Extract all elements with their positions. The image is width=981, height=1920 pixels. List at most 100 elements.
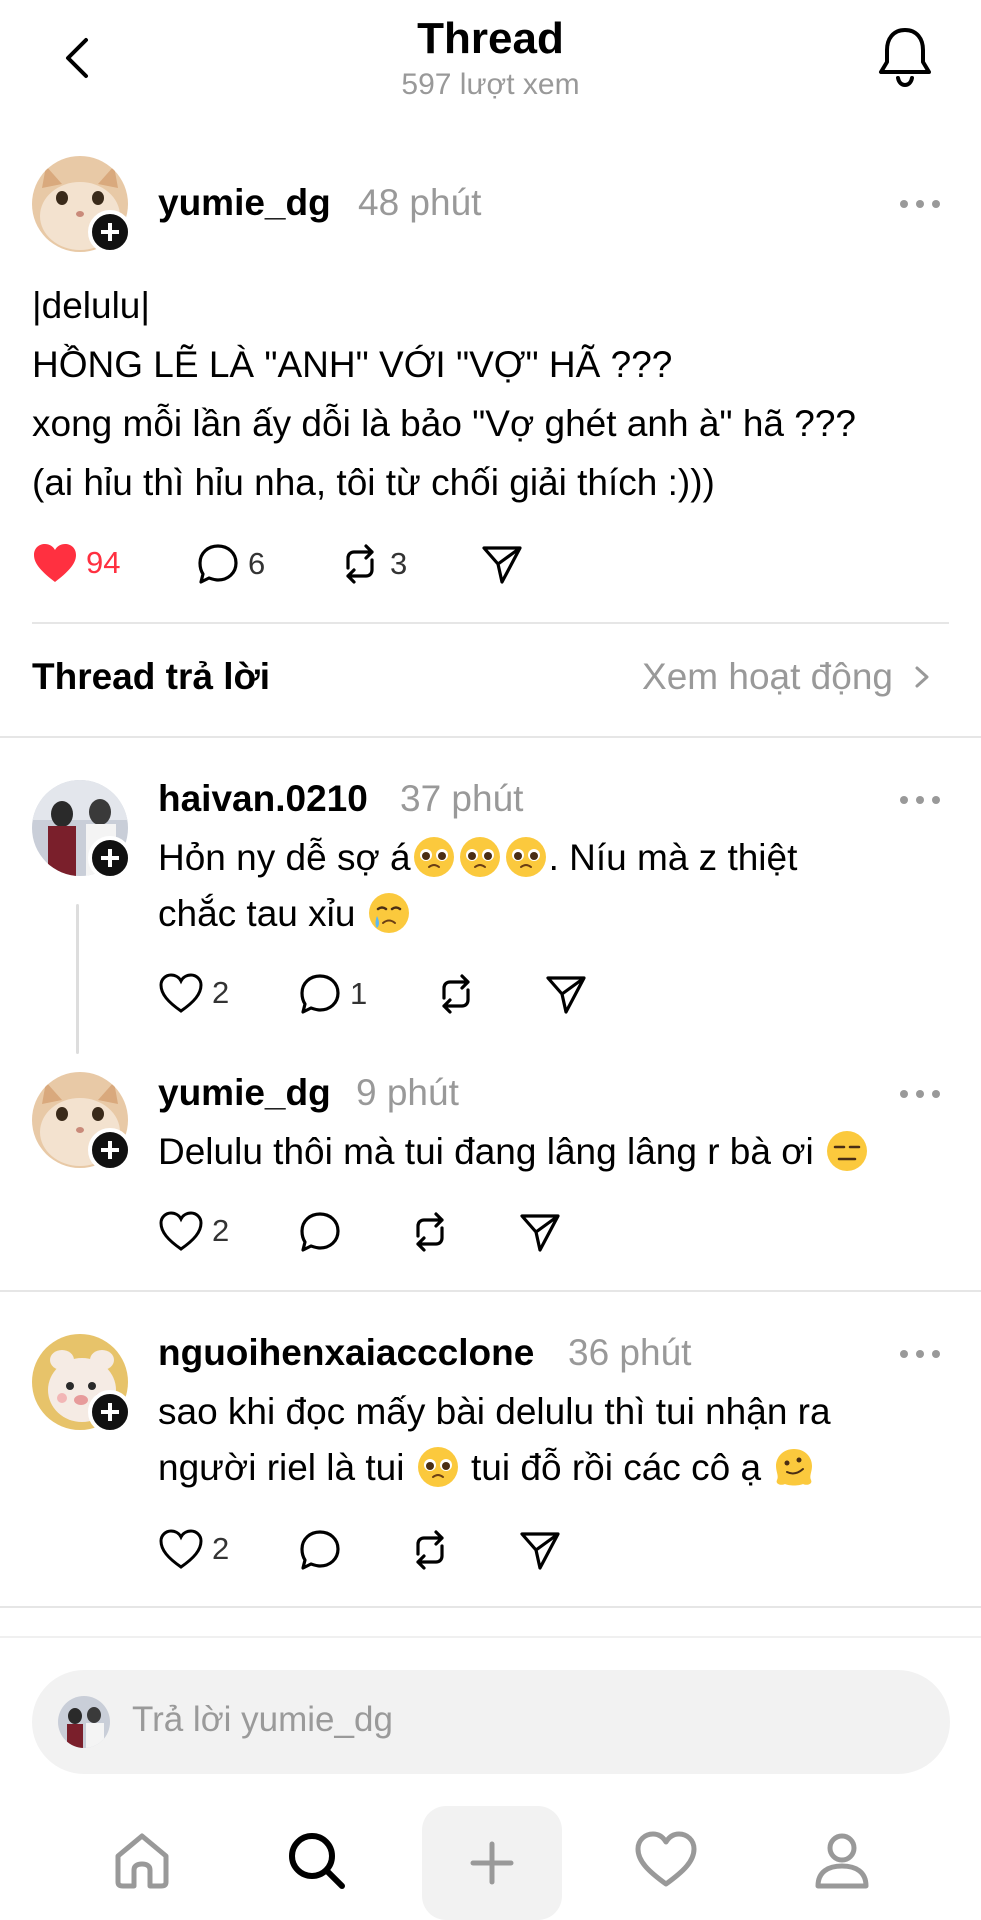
tab-activity[interactable]: [596, 1800, 736, 1920]
activity-icon: [635, 1831, 697, 1887]
pleading-face-emoji: [413, 836, 455, 878]
post-username[interactable]: yumie_dg: [158, 182, 331, 224]
divider: [0, 736, 981, 738]
reply-time: 37 phút: [400, 778, 524, 819]
pleading-face-emoji: [417, 1446, 459, 1488]
tab-profile[interactable]: [772, 1800, 912, 1920]
reply-body: Hỏn ny dễ sợ á . Níu mà z thiệt chắc tau …: [158, 830, 958, 942]
repost-button[interactable]: [408, 1210, 452, 1254]
share-button[interactable]: [480, 542, 524, 586]
share-icon: [520, 1214, 560, 1252]
comment-icon: [198, 544, 238, 584]
reply-line: Delulu thôi mà tui đang lâng lâng r bà ơ…: [158, 1131, 814, 1172]
more-icon[interactable]: [900, 794, 940, 806]
like-button[interactable]: 2: [158, 1528, 229, 1570]
share-icon: [482, 546, 522, 584]
comment-button[interactable]: 6: [196, 542, 265, 586]
post-line: (ai hỉu thì hỉu nha, tôi từ chối giải th…: [32, 462, 715, 503]
page-title: Thread: [417, 14, 564, 63]
repost-count: 3: [390, 546, 408, 581]
pleading-face-emoji: [459, 836, 501, 878]
share-button[interactable]: [518, 1210, 562, 1254]
more-icon[interactable]: [900, 198, 940, 210]
comment-icon: [300, 974, 340, 1014]
tab-bar: [0, 1800, 981, 1920]
search-icon: [289, 1833, 345, 1889]
reply-time: 36 phút: [568, 1332, 692, 1373]
heart-icon: [159, 1211, 203, 1251]
reply-line: sao khi đọc mấy bài delulu thì tui nhận …: [158, 1391, 831, 1432]
like-count: 2: [212, 1213, 230, 1248]
melting-face-emoji: [773, 1446, 815, 1488]
pleading-face-emoji: [505, 836, 547, 878]
view-count: 597 lượt xem: [401, 68, 580, 101]
chevron-right-icon: [915, 666, 929, 688]
follow-badge[interactable]: [88, 836, 132, 880]
repost-button[interactable]: [408, 1528, 452, 1572]
post-time: 48 phút: [358, 182, 482, 223]
share-button[interactable]: [518, 1528, 562, 1572]
crying-face-emoji: [368, 892, 410, 934]
reply-placeholder: Trả lời yumie_dg: [132, 1700, 393, 1739]
comment-button[interactable]: [298, 1210, 342, 1254]
repost-icon: [442, 974, 470, 1014]
reply-username[interactable]: yumie_dg: [158, 1072, 331, 1114]
reply-line: người riel là tui: [158, 1447, 405, 1488]
reply-body: sao khi đọc mấy bài delulu thì tui nhận …: [158, 1384, 958, 1496]
heart-icon: [159, 973, 203, 1013]
bell-icon[interactable]: [873, 22, 937, 90]
more-icon[interactable]: [900, 1088, 940, 1100]
share-button[interactable]: [544, 972, 588, 1016]
thread-line: [76, 904, 79, 1054]
repost-icon: [346, 544, 374, 584]
repost-icon: [416, 1212, 444, 1252]
expressionless-face-emoji: [826, 1130, 868, 1172]
tab-search[interactable]: [246, 1800, 386, 1920]
follow-badge[interactable]: [88, 1128, 132, 1172]
like-count: 2: [212, 975, 230, 1010]
divider: [0, 1606, 981, 1608]
reply-line: Hỏn ny dễ sợ á: [158, 837, 411, 878]
avatar: [58, 1696, 110, 1748]
follow-badge[interactable]: [88, 210, 132, 254]
reply-username[interactable]: haivan.0210: [158, 778, 368, 820]
comment-button[interactable]: [298, 1528, 342, 1572]
comment-count: 1: [350, 976, 368, 1011]
tab-home[interactable]: [72, 1800, 212, 1920]
reply-username[interactable]: nguoihenxaiaccclone: [158, 1332, 534, 1374]
follow-badge[interactable]: [88, 1390, 132, 1434]
share-icon: [546, 976, 586, 1014]
comment-button[interactable]: 1: [298, 972, 367, 1016]
like-button[interactable]: 2: [158, 1210, 229, 1252]
reply-line: tui đỗ rồi các cô ạ: [471, 1447, 762, 1488]
replies-heading: Thread trả lời: [32, 656, 271, 697]
like-button[interactable]: 94: [32, 542, 120, 584]
more-icon[interactable]: [900, 1348, 940, 1360]
reply-body: Delulu thôi mà tui đang lâng lâng r bà ơ…: [158, 1124, 958, 1180]
repost-button[interactable]: 3: [338, 542, 407, 586]
divider: [0, 1636, 981, 1638]
reply-line: . Níu mà z thiệt: [548, 837, 798, 878]
divider: [0, 1290, 981, 1292]
view-activity-label: Xem hoạt động: [642, 656, 893, 697]
comment-count: 6: [248, 546, 266, 581]
reply-line: chắc tau xỉu: [158, 893, 356, 934]
repost-icon: [416, 1530, 444, 1570]
like-button[interactable]: 2: [158, 972, 229, 1014]
comment-icon: [300, 1212, 340, 1252]
repost-button[interactable]: [434, 972, 478, 1016]
like-count: 94: [86, 545, 121, 580]
profile-icon: [815, 1833, 869, 1889]
post-body: |delulu| HỒNG LẼ LÀ "ANH" VỚI "VỢ" HÃ ??…: [32, 276, 856, 512]
heart-icon: [159, 1529, 203, 1569]
view-activity-link[interactable]: Xem hoạt động: [642, 656, 937, 698]
plus-icon: [470, 1841, 514, 1885]
header: Thread 597 lượt xem: [0, 0, 981, 120]
post-line: xong mỗi lần ấy dỗi là bảo "Vợ ghét anh …: [32, 403, 856, 444]
post-line: |delulu|: [32, 285, 150, 326]
tab-create[interactable]: [422, 1806, 562, 1920]
home-icon: [115, 1833, 169, 1889]
share-icon: [520, 1532, 560, 1570]
reply-input[interactable]: Trả lời yumie_dg: [32, 1670, 950, 1774]
divider: [32, 622, 949, 624]
